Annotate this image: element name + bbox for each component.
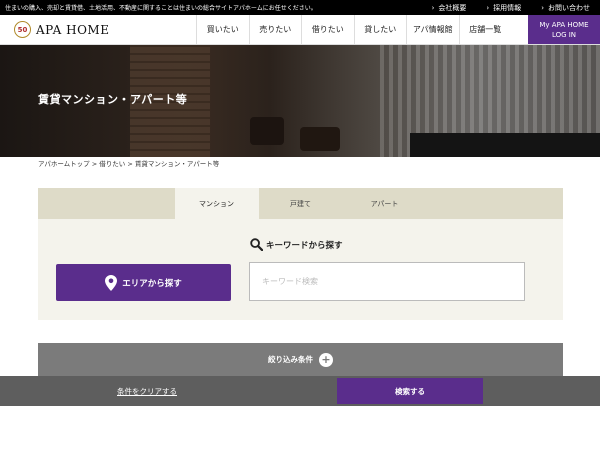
- nav-stores[interactable]: 店舗一覧: [458, 15, 512, 44]
- search-icon: [250, 238, 263, 251]
- filter-label: 絞り込み条件: [268, 355, 313, 364]
- link-contact-label: お問い合わせ: [548, 3, 590, 12]
- keyword-heading-label: キーワードから探す: [266, 240, 343, 251]
- hero-chair: [300, 127, 340, 151]
- link-contact[interactable]: › お問い合わせ: [531, 0, 600, 15]
- hero-desk: [410, 133, 600, 157]
- my-apa-label: My APA HOME: [539, 20, 589, 29]
- link-recruit-label: 採用情報: [493, 3, 522, 12]
- my-apa-login-button[interactable]: My APA HOME LOG IN: [528, 15, 600, 44]
- main-nav: 買いたい 売りたい 借りたい 貸したい アパ情報館 店舗一覧: [196, 15, 528, 44]
- area-search-label: エリアから探す: [122, 278, 182, 289]
- bottom-action-bar: 条件をクリアする 検索する: [0, 376, 600, 406]
- search-panel: マンション 戸建て アパート キーワードから探す エリアから探す: [38, 188, 563, 320]
- nav-info[interactable]: アパ情報館: [406, 15, 459, 44]
- tab-mansion[interactable]: マンション: [174, 188, 259, 219]
- tab-apartment[interactable]: アパート: [343, 188, 427, 219]
- site-header: 50 APA HOME 買いたい 売りたい 借りたい 貸したい アパ情報館 店舗…: [0, 15, 600, 45]
- clear-conditions-link[interactable]: 条件をクリアする: [117, 386, 177, 397]
- property-type-tabs: マンション 戸建て アパート: [38, 188, 563, 219]
- filter-conditions-toggle[interactable]: 絞り込み条件 +: [38, 343, 563, 376]
- nav-sell[interactable]: 売りたい: [248, 15, 302, 44]
- search-button-label: 検索する: [395, 386, 425, 396]
- area-search-button[interactable]: エリアから探す: [56, 264, 231, 301]
- page-title: 賃貸マンション・アパート等: [38, 93, 188, 106]
- anniversary-badge-icon: 50: [14, 21, 31, 38]
- site-tagline: 住まいの購入、売却と賃貸借、土地活用、不動産に関することは住まいの総合サイトアパ…: [5, 5, 317, 12]
- logo[interactable]: 50 APA HOME: [0, 15, 196, 44]
- chevron-right-icon: ›: [486, 3, 490, 12]
- breadcrumb[interactable]: アパホームトップ > 借りたい > 賃貸マンション・アパート等: [38, 158, 219, 168]
- keyword-heading: キーワードから探す: [250, 238, 343, 251]
- top-bar: 住まいの購入、売却と賃貸借、土地活用、不動産に関することは住まいの総合サイトアパ…: [0, 0, 600, 15]
- login-label: LOG IN: [551, 30, 577, 39]
- nav-rent[interactable]: 借りたい: [301, 15, 354, 44]
- hero-banner: 賃貸マンション・アパート等: [0, 45, 600, 157]
- logo-name: APA HOME: [36, 22, 110, 37]
- utility-links: › 会社概要 › 採用情報 › お問い合わせ: [422, 0, 600, 15]
- nav-buy[interactable]: 買いたい: [196, 15, 249, 44]
- chevron-right-icon: ›: [541, 3, 544, 12]
- link-recruit[interactable]: › 採用情報: [476, 0, 531, 15]
- chevron-right-icon: ›: [431, 3, 435, 12]
- hero-chair: [250, 117, 284, 145]
- nav-lease[interactable]: 貸したい: [353, 15, 407, 44]
- plus-icon: +: [319, 352, 333, 367]
- tab-house[interactable]: 戸建て: [259, 188, 343, 219]
- map-pin-icon: [105, 274, 118, 291]
- search-button[interactable]: 検索する: [337, 378, 483, 404]
- link-company-label: 会社概要: [438, 3, 467, 12]
- link-company[interactable]: › 会社概要: [422, 0, 477, 15]
- keyword-search-input[interactable]: [249, 262, 525, 301]
